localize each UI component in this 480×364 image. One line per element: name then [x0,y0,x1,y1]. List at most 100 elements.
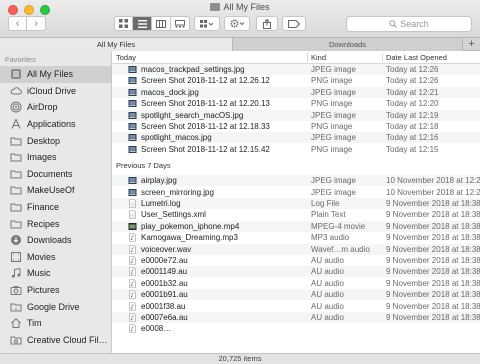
file-name: Screen Shot 2018-11-12 at 12.20.13 [141,99,270,109]
file-row[interactable]: airplay.jpg JPEG image 10 November 2018 at… [112,175,480,187]
sidebar-item-recipes[interactable]: Recipes [0,215,111,232]
file-row[interactable]: spotlight_search_macOS.jpg JPEG image Toda… [112,109,480,121]
action-button[interactable] [224,16,250,31]
file-date-last-opened: 9 November 2018 at 18:38 [386,256,480,265]
file-row[interactable]: Screen Shot 2018-11-12 at 12.15.42 PNG im… [112,144,480,155]
column-view-button[interactable] [152,16,171,31]
file-row[interactable]: e0007e6a.au AU audio 9 November 2018 at 18… [112,312,480,323]
image-file-icon [128,88,137,97]
file-date-last-opened: 9 November 2018 at 18:38 [386,313,480,322]
column-kind-header[interactable]: Kind [311,53,326,62]
group-by-button[interactable] [194,16,220,31]
file-kind: AU audio [311,278,344,288]
gallery-view-button[interactable] [171,16,190,31]
navigation-buttons: ‹ › [8,16,46,31]
file-date-last-opened: 9 November 2018 at 18:38 [386,233,480,243]
window-title: All My Files [223,2,270,12]
file-date-last-opened: 9 November 2018 at 18:38 [386,199,480,208]
status-bar: 20,725 items [0,353,480,364]
file-date-last-opened: Today at 12:16 [386,133,439,143]
sidebar-item-label: All My Files [27,69,74,80]
file-row[interactable]: Lumetri.log Log File 9 November 2018 at 18… [112,198,480,209]
back-button[interactable]: ‹ [8,16,27,31]
sidebar-item-finance[interactable]: Finance [0,199,111,216]
file-row[interactable]: macos_dock.jpg JPEG image Today at 12:21 [112,86,480,98]
sidebar-item-tim[interactable]: Tim [0,315,111,332]
image-file-icon [128,176,137,185]
audio-file-icon [128,278,137,288]
search-icon [389,20,398,28]
image-file-icon [128,99,137,108]
file-row[interactable]: e0008… [112,323,480,334]
list-view-button[interactable] [133,16,152,31]
file-row[interactable]: screen_mirroring.jpg JPEG image 10 Novembe… [112,187,480,198]
file-row[interactable]: Screen Shot 2018-11-12 at 12.18.33 PNG im… [112,121,480,132]
sidebar-item-label: iCloud Drive [27,85,77,96]
sidebar-item-images[interactable]: Images [0,149,111,166]
file-date-last-opened: 9 November 2018 at 18:38 [386,290,480,300]
icon-view-button[interactable] [114,16,133,31]
audio-file-icon [128,313,137,322]
search-placeholder: Search [400,19,429,29]
file-row[interactable]: e0000e72.au AU audio 9 November 2018 at 18… [112,255,480,266]
file-row[interactable]: Screen Shot 2018-11-12 at 12.20.13 PNG im… [112,98,480,109]
toolbar: All My Files ‹ › Search [0,0,480,38]
column-divider[interactable] [307,53,308,62]
sidebar-item-applications[interactable]: Applications [0,116,111,133]
sidebar-item-documents[interactable]: Documents [0,166,111,183]
file-row[interactable]: User_Settings.xml Plain Text 9 November 20… [112,209,480,220]
file-name: Screen Shot 2018-11-12 at 12.15.42 [141,144,270,154]
image-file-icon [128,111,137,120]
search-field[interactable]: Search [346,16,472,32]
file-row[interactable]: e0001149.au AU audio 9 November 2018 at 18… [112,266,480,278]
file-row[interactable]: spotlight_macos.jpg JPEG image Today at 12… [112,132,480,144]
file-name: voiceover.wav [141,244,192,254]
column-date-header[interactable]: Date Last Opened [386,53,447,62]
file-date-last-opened: 9 November 2018 at 18:38 [386,221,480,231]
file-kind: AU audio [311,256,344,265]
movies-icon [10,251,22,263]
sidebar-item-label: MakeUseOf [27,185,75,196]
sidebar-item-google-drive[interactable]: Google Drive [0,298,111,315]
file-kind: AU audio [311,301,344,311]
sidebar-item-movies[interactable]: Movies [0,249,111,266]
column-divider[interactable] [382,53,383,62]
file-kind: Log File [311,199,340,208]
image-file-icon [128,76,137,85]
file-date-last-opened: 10 November 2018 at 12:27 [386,176,480,186]
file-date-last-opened: 9 November 2018 at 18:38 [386,210,480,220]
edit-tags-button[interactable] [282,16,306,31]
file-name: play_pokemon_iphone.mp4 [141,221,240,231]
sidebar-item-airdrop[interactable]: AirDrop [0,99,111,116]
sidebar-item-label: Desktop [27,135,61,146]
column-name-header[interactable]: Today [116,53,136,62]
finder-window: All My Files ‹ › Search All My Files Dow… [0,0,480,364]
forward-button[interactable]: › [27,16,46,31]
file-name: e0001b91.au [141,290,188,300]
sidebar-item-all-my-files[interactable]: All My Files [0,66,111,83]
icon-grid-icon [119,19,128,28]
sidebar-item-desktop[interactable]: Desktop [0,132,111,149]
tab-all-my-files[interactable]: All My Files [0,38,232,51]
file-row[interactable]: e0001b32.au AU audio 9 November 2018 at 18… [112,278,480,289]
file-row[interactable]: Kamogawa_Dreaming.mp3 MP3 audio 9 November… [112,232,480,243]
file-row[interactable]: Screen Shot 2018-11-12 at 12.26.12 PNG im… [112,75,480,86]
file-row[interactable]: macos_trackpad_settings.jpg JPEG image Tod… [112,64,480,75]
file-kind: Plain Text [311,210,346,220]
sidebar-item-downloads[interactable]: Downloads [0,232,111,249]
sidebar-item-creative-cloud-fil[interactable]: Creative Cloud Fil… [0,332,111,349]
file-row[interactable]: voiceover.wav Wavef…m audio 9 November 201… [112,243,480,255]
new-tab-button[interactable]: + [462,38,480,51]
tab-downloads[interactable]: Downloads [232,38,462,51]
folder-icon [10,201,22,213]
sidebar-item-pictures[interactable]: Pictures [0,282,111,299]
sidebar-item-makeuseof[interactable]: MakeUseOf [0,182,111,199]
file-row[interactable]: play_pokemon_iphone.mp4 MPEG-4 movie 9 Nov… [112,220,480,232]
file-name: e0008… [141,324,172,334]
sidebar-item-music[interactable]: Music [0,265,111,282]
file-row[interactable]: e0001b91.au AU audio 9 November 2018 at 18… [112,289,480,301]
sidebar-item-icloud-drive[interactable]: iCloud Drive [0,83,111,100]
file-date-last-opened: Today at 12:26 [386,76,439,86]
share-button[interactable] [256,16,278,31]
file-row[interactable]: e0001f38.au AU audio 9 November 2018 at 18… [112,301,480,312]
